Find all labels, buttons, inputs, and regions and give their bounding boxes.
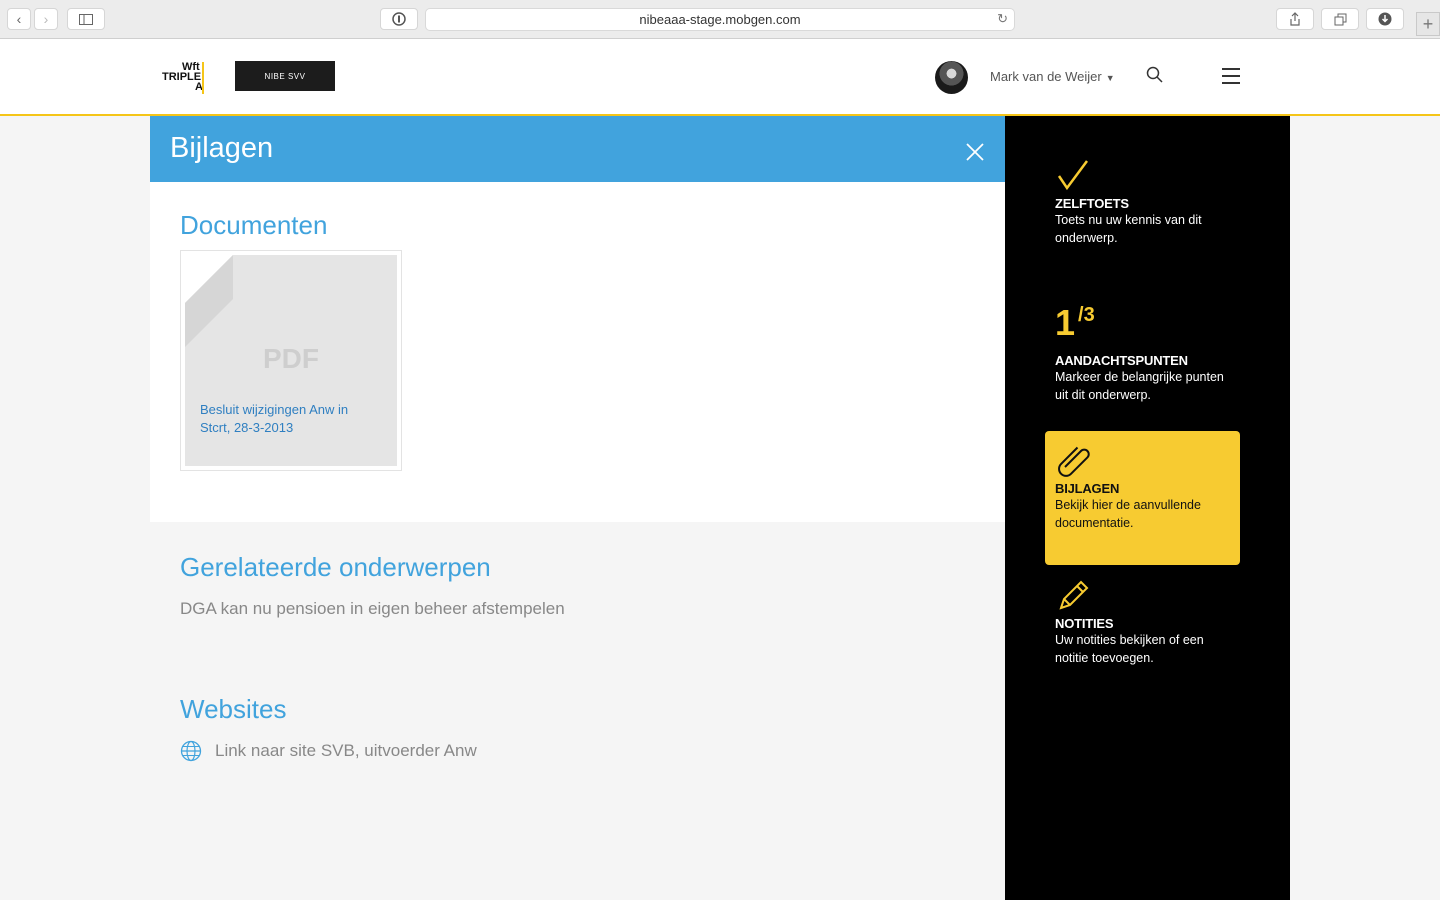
document-thumbnail: PDF Besluit wijzigingen Anw in Stcrt, 28… [185, 255, 397, 466]
reload-icon[interactable]: ↻ [997, 11, 1008, 27]
search-icon[interactable] [1146, 66, 1164, 84]
privacy-icon[interactable] [380, 8, 418, 30]
page-fold-icon [185, 255, 233, 347]
sidebar-toggle-icon[interactable] [67, 8, 105, 30]
username-label: Mark van de Weijer [990, 69, 1102, 84]
sidebar-item-desc: Bekijk hier de aanvullende documentatie. [1055, 498, 1201, 530]
progress-counter: 1/3 [1055, 302, 1230, 346]
pdf-type-label: PDF [263, 343, 319, 374]
sidebar-item-zelftoets[interactable]: ZELFTOETS Toets nu uw kennis van dit ond… [1045, 158, 1240, 247]
nibe-svv-logo[interactable]: NIBE SVV [235, 61, 335, 91]
back-icon[interactable]: ‹ [7, 8, 31, 30]
sidebar-item-aandachtspunten[interactable]: 1/3 AANDACHTSPUNTEN Markeer de belangrij… [1045, 302, 1240, 404]
tabs-icon[interactable] [1321, 8, 1359, 30]
sidebar-item-desc: Markeer de belangrijke punten uit dit on… [1055, 370, 1224, 402]
share-icon[interactable] [1276, 8, 1314, 30]
sidebar-item-bijlagen[interactable]: BIJLAGEN Bekijk hier de aanvullende docu… [1045, 431, 1240, 565]
sidebar-item-title: NOTITIES [1055, 616, 1114, 631]
websites-heading: Websites [180, 694, 287, 724]
pencil-icon [1059, 580, 1089, 610]
url-text: nibeaaa-stage.mobgen.com [639, 12, 801, 27]
wft-logo[interactable]: Wft TRIPLE A [162, 62, 206, 94]
attachments-panel: Bijlagen Documenten PDF Besluit wijzigin… [150, 116, 1005, 900]
documents-heading: Documenten [180, 210, 328, 240]
panel-header: Bijlagen [150, 116, 1005, 182]
related-topic-link[interactable]: DGA kan nu pensioen in eigen beheer afst… [180, 599, 565, 619]
sidebar-item-title: ZELFTOETS [1055, 196, 1129, 211]
website-link[interactable]: Link naar site SVB, uitvoerder Anw [180, 740, 477, 762]
document-title-link[interactable]: Besluit wijzigingen Anw in Stcrt, 28-3-2… [200, 401, 380, 437]
avatar[interactable] [935, 61, 968, 94]
document-card[interactable]: PDF Besluit wijzigingen Anw in Stcrt, 28… [180, 250, 402, 471]
page-title: Bijlagen [170, 132, 274, 164]
paperclip-icon [1058, 446, 1090, 477]
close-icon[interactable] [965, 142, 985, 162]
forward-icon[interactable]: › [34, 8, 58, 30]
related-heading: Gerelateerde onderwerpen [180, 552, 491, 582]
downloads-icon[interactable] [1366, 8, 1404, 30]
sidebar-item-desc: Uw notities bekijken of een notitie toev… [1055, 633, 1204, 665]
user-menu[interactable]: Mark van de Weijer ▼ [990, 69, 1115, 84]
site-header: Wft TRIPLE A NIBE SVV Mark van de Weijer… [0, 39, 1440, 116]
caret-down-icon: ▼ [1105, 73, 1115, 83]
browser-toolbar: ‹ › nibeaaa-stage.mobgen.com ↻ + [0, 0, 1440, 39]
topic-sidebar: ZELFTOETS Toets nu uw kennis van dit ond… [1005, 116, 1290, 900]
counter-total: /3 [1078, 304, 1095, 326]
address-bar[interactable]: nibeaaa-stage.mobgen.com ↻ [425, 8, 1015, 31]
sidebar-item-notities[interactable]: NOTITIES Uw notities bekijken of een not… [1045, 578, 1240, 667]
globe-icon [180, 740, 202, 762]
counter-current: 1 [1055, 302, 1076, 343]
checkmark-icon [1057, 160, 1089, 191]
sidebar-item-title: AANDACHTSPUNTEN [1055, 353, 1188, 368]
website-link-label: Link naar site SVB, uitvoerder Anw [215, 741, 477, 760]
documents-section: Documenten PDF Besluit wijzigingen Anw i… [150, 182, 1005, 522]
sidebar-item-desc: Toets nu uw kennis van dit onderwerp. [1055, 213, 1202, 245]
hamburger-menu-icon[interactable] [1222, 68, 1240, 84]
new-tab-icon[interactable]: + [1416, 12, 1440, 36]
sidebar-item-title: BIJLAGEN [1055, 481, 1120, 496]
